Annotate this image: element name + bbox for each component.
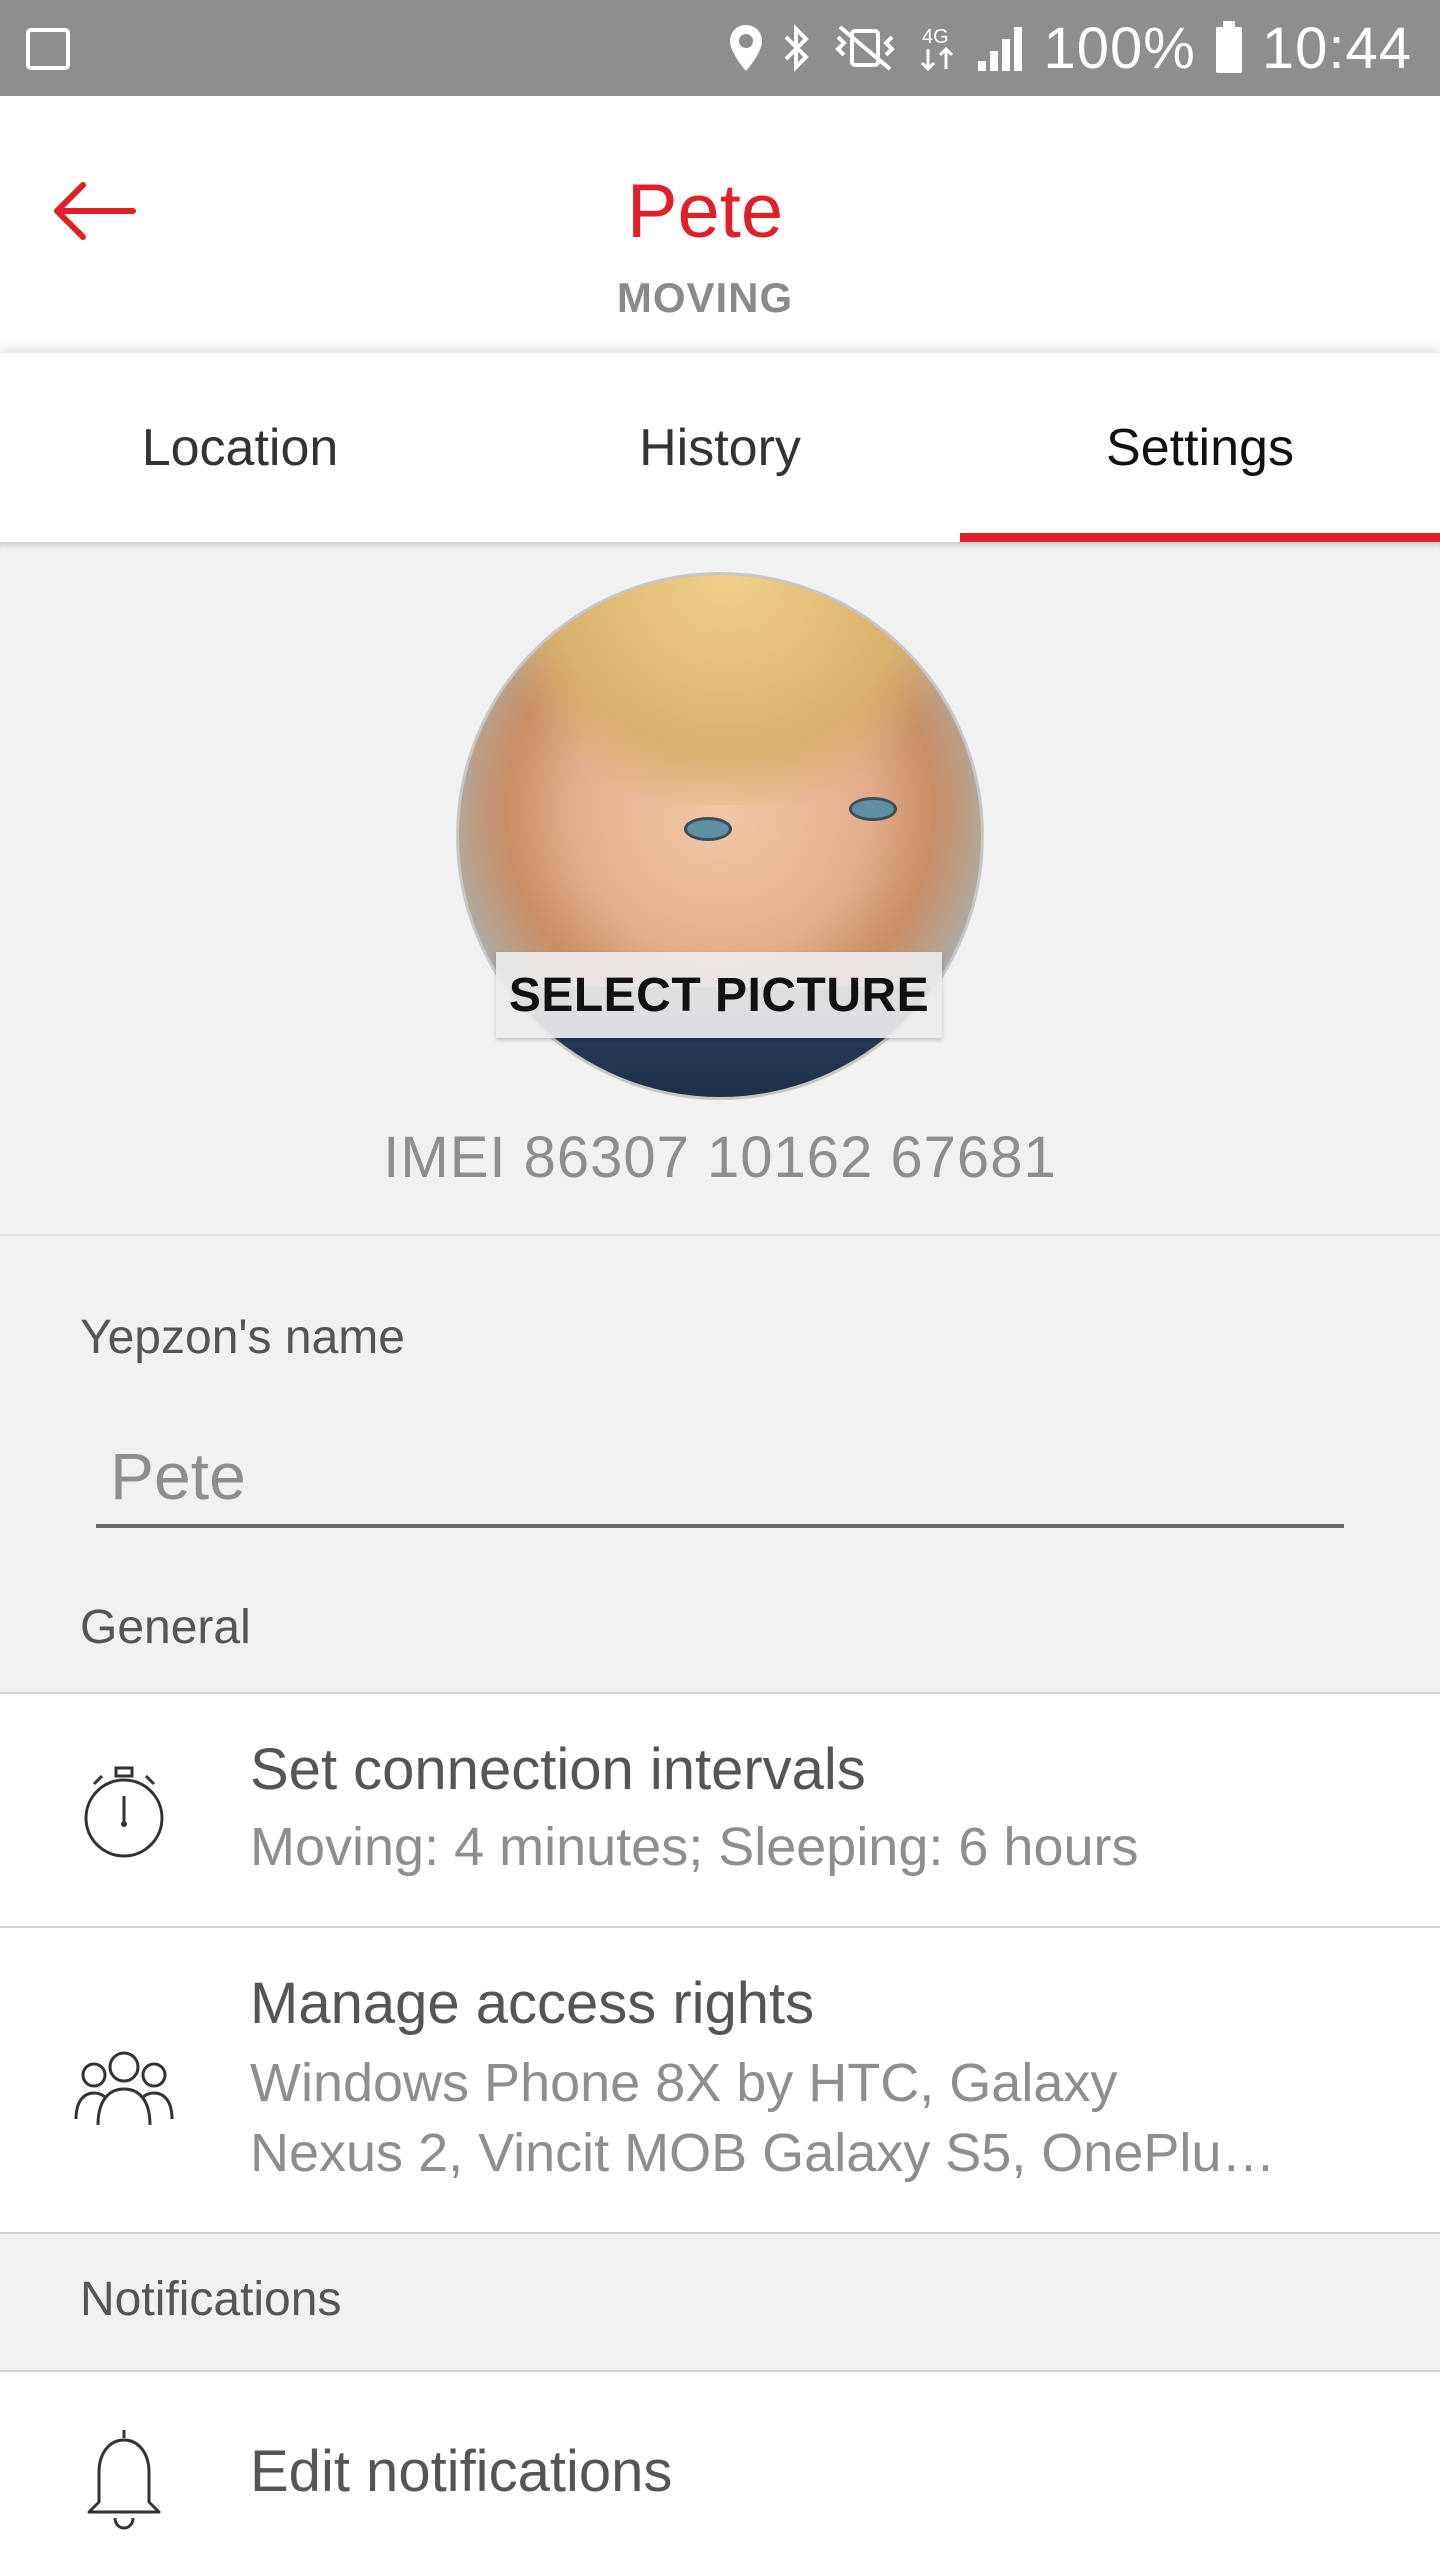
battery-icon bbox=[1214, 21, 1244, 75]
vibrate-mute-icon bbox=[830, 23, 900, 73]
profile-picture-section: SELECT PICTURE IMEI 86307 10162 67681 bbox=[0, 542, 1440, 1236]
bluetooth-icon bbox=[782, 23, 812, 73]
people-group-icon bbox=[72, 2038, 176, 2142]
tab-settings[interactable]: Settings bbox=[960, 353, 1440, 542]
stopwatch-icon bbox=[72, 1760, 176, 1864]
access-rights-title: Manage access rights bbox=[250, 1971, 815, 2036]
tab-bar: Location History Settings bbox=[0, 352, 1440, 542]
battery-percent: 100% bbox=[1043, 15, 1196, 81]
connection-intervals-title: Set connection intervals bbox=[250, 1737, 866, 1802]
device-status: MOVING bbox=[616, 274, 794, 321]
location-icon bbox=[728, 23, 764, 73]
access-rights-subtitle: Windows Phone 8X by HTC, Galaxy Nexus 2,… bbox=[250, 2048, 1370, 2188]
app-bar: Pete MOVING bbox=[0, 96, 1440, 352]
access-rights-item[interactable]: Manage access rights Windows Phone 8X by… bbox=[0, 1926, 1440, 2232]
page-title: Pete bbox=[626, 169, 784, 254]
bell-icon bbox=[72, 2426, 176, 2530]
clock: 10:44 bbox=[1261, 15, 1412, 81]
name-input[interactable] bbox=[96, 1428, 1344, 1528]
name-field-label: Yepzon's name bbox=[80, 1311, 405, 1364]
avatar-eye-left bbox=[684, 817, 732, 841]
avatar-eye-right bbox=[849, 797, 897, 821]
notifications-section-header: Notifications bbox=[80, 2273, 342, 2326]
status-icons: 4G 100% 10:44 bbox=[728, 0, 1413, 96]
imei-text: IMEI 86307 10162 67681 bbox=[383, 1125, 1057, 1190]
select-picture-button[interactable]: SELECT PICTURE bbox=[496, 952, 942, 1038]
avatar-hair bbox=[499, 575, 959, 805]
connection-intervals-subtitle: Moving: 4 minutes; Sleeping: 6 hours bbox=[250, 1817, 1139, 1877]
access-rights-subtitle-line2: Nexus 2, Vincit MOB Galaxy S5, OnePlu… bbox=[250, 2123, 1276, 2183]
access-rights-subtitle-line1: Windows Phone 8X by HTC, Galaxy bbox=[250, 2053, 1118, 2113]
gallery-notification-icon bbox=[26, 28, 70, 70]
edit-notifications-title: Edit notifications bbox=[250, 2439, 673, 2504]
signal-icon bbox=[976, 23, 1026, 73]
status-bar: 4G 100% 10:44 bbox=[0, 0, 1440, 96]
connection-intervals-item[interactable]: Set connection intervals Moving: 4 minut… bbox=[0, 1692, 1440, 1926]
edit-notifications-item[interactable]: Edit notifications bbox=[0, 2370, 1440, 2560]
tab-history[interactable]: History bbox=[480, 353, 960, 542]
network-4g-icon: 4G bbox=[918, 23, 958, 73]
general-section-header: General bbox=[80, 1601, 251, 1654]
tab-location[interactable]: Location bbox=[0, 353, 480, 542]
svg-text:4G: 4G bbox=[922, 26, 949, 48]
notifications-section: Notifications bbox=[0, 2232, 1440, 2370]
